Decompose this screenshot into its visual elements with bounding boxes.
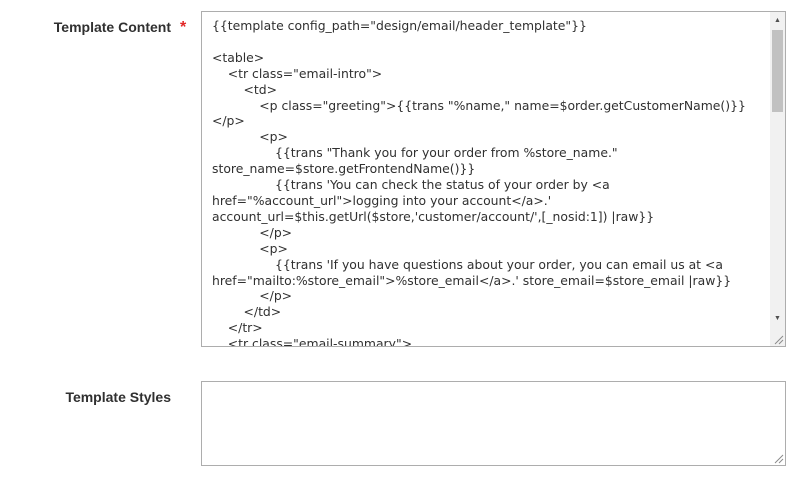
scroll-down-arrow-icon[interactable]: ▼	[770, 312, 785, 326]
scroll-thumb[interactable]	[772, 30, 783, 112]
email-template-form: Template Content * {{template config_pat…	[0, 0, 805, 481]
template-styles-textarea[interactable]	[201, 381, 786, 466]
resize-grip-icon[interactable]	[773, 453, 784, 464]
scroll-up-arrow-icon[interactable]: ▲	[770, 14, 785, 28]
template-styles-label: Template Styles	[65, 389, 171, 405]
resize-grip-icon[interactable]	[773, 334, 784, 345]
template-content-label: Template Content	[53, 19, 171, 35]
required-marker: *	[180, 19, 187, 36]
template-content-textarea[interactable]: {{template config_path="design/email/hea…	[201, 11, 786, 347]
template-content-scrollbar[interactable]: ▲ ▼	[770, 12, 785, 346]
template-content-text[interactable]: {{template config_path="design/email/hea…	[212, 18, 762, 346]
